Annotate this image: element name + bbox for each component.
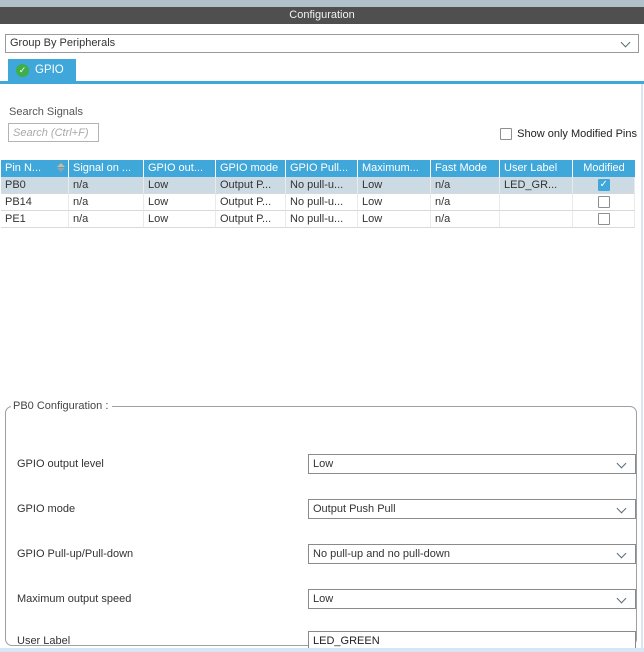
- cell-gpio-mode: Output P...: [216, 211, 286, 228]
- cell-user-label: LED_GR...: [500, 177, 573, 194]
- cell-pin: PB0: [1, 177, 69, 194]
- show-only-modified-checkbox[interactable]: [500, 128, 512, 140]
- show-only-modified-label: Show only Modified Pins: [517, 128, 637, 140]
- tab-gpio[interactable]: ✓ GPIO: [8, 59, 76, 81]
- modified-checkbox[interactable]: [598, 213, 610, 225]
- gpio-output-level-label: GPIO output level: [17, 454, 104, 474]
- field-max-output-speed: Maximum output speed Low: [6, 589, 636, 609]
- cell-signal: n/a: [69, 177, 144, 194]
- table-row-pb0[interactable]: PB0 n/a Low Output P... No pull-u... Low…: [1, 177, 635, 194]
- group-by-select[interactable]: Group By Peripherals: [5, 34, 639, 53]
- cell-max-speed: Low: [358, 211, 431, 228]
- cell-pin: PE1: [1, 211, 69, 228]
- right-splitter[interactable]: [641, 84, 643, 652]
- cell-modified: ✓: [573, 177, 635, 194]
- max-output-speed-select[interactable]: Low: [308, 589, 636, 609]
- table-row-pb14[interactable]: PB14 n/a Low Output P... No pull-u... Lo…: [1, 194, 635, 211]
- cell-signal: n/a: [69, 194, 144, 211]
- pb0-configuration-group: PB0 Configuration : GPIO output level Lo…: [5, 400, 637, 646]
- column-header-user-label[interactable]: User Label: [500, 160, 573, 177]
- gpio-pull-label: GPIO Pull-up/Pull-down: [17, 544, 133, 564]
- column-header-gpio-output[interactable]: GPIO out...: [144, 160, 216, 177]
- group-by-value: Group By Peripherals: [6, 35, 638, 52]
- cell-max-speed: Low: [358, 177, 431, 194]
- column-header-signal[interactable]: Signal on ...: [69, 160, 144, 177]
- gpio-mode-label: GPIO mode: [17, 499, 75, 519]
- cell-gpio-pull: No pull-u...: [286, 194, 358, 211]
- cell-user-label: [500, 194, 573, 211]
- bottom-strip: [0, 648, 644, 652]
- search-input[interactable]: [8, 123, 99, 142]
- column-header-modified[interactable]: Modified: [573, 160, 635, 177]
- cell-gpio-pull: No pull-u...: [286, 177, 358, 194]
- cell-fast-mode: n/a: [431, 194, 500, 211]
- gpio-mode-select[interactable]: Output Push Pull: [308, 499, 636, 519]
- cell-gpio-output: Low: [144, 211, 216, 228]
- field-gpio-output-level: GPIO output level Low: [6, 454, 636, 474]
- column-header-fast-mode[interactable]: Fast Mode: [431, 160, 500, 177]
- cell-modified: [573, 194, 635, 211]
- check-circle-icon: ✓: [16, 64, 29, 77]
- field-gpio-pull: GPIO Pull-up/Pull-down No pull-up and no…: [6, 544, 636, 564]
- cell-gpio-pull: No pull-u...: [286, 211, 358, 228]
- cell-gpio-mode: Output P...: [216, 177, 286, 194]
- tab-underline: [0, 81, 644, 84]
- cell-signal: n/a: [69, 211, 144, 228]
- sort-icon[interactable]: [57, 163, 65, 172]
- gpio-pull-select[interactable]: No pull-up and no pull-down: [308, 544, 636, 564]
- modified-checkbox[interactable]: [598, 196, 610, 208]
- table-header-row: Pin N... Signal on ... GPIO out... GPIO …: [1, 160, 635, 177]
- cell-gpio-output: Low: [144, 177, 216, 194]
- pins-table: Pin N... Signal on ... GPIO out... GPIO …: [1, 160, 635, 228]
- column-header-gpio-mode[interactable]: GPIO mode: [216, 160, 286, 177]
- gpio-output-level-select[interactable]: Low: [308, 454, 636, 474]
- window-top-strip: [0, 0, 644, 7]
- table-row-pe1[interactable]: PE1 n/a Low Output P... No pull-u... Low…: [1, 211, 635, 228]
- cell-max-speed: Low: [358, 194, 431, 211]
- column-header-pin[interactable]: Pin N...: [1, 160, 69, 177]
- pane-title: Configuration: [0, 7, 644, 24]
- modified-checkbox[interactable]: ✓: [598, 179, 610, 191]
- cell-modified: [573, 211, 635, 228]
- configuration-pane: Configuration Group By Peripherals ✓ GPI…: [0, 0, 644, 652]
- check-icon: ✓: [600, 179, 608, 191]
- column-header-gpio-pull[interactable]: GPIO Pull...: [286, 160, 358, 177]
- pb0-configuration-legend: PB0 Configuration :: [11, 400, 112, 412]
- cell-fast-mode: n/a: [431, 177, 500, 194]
- search-signals-label: Search Signals: [9, 106, 83, 118]
- field-gpio-mode: GPIO mode Output Push Pull: [6, 499, 636, 519]
- cell-gpio-mode: Output P...: [216, 194, 286, 211]
- column-header-max-speed[interactable]: Maximum...: [358, 160, 431, 177]
- cell-user-label: [500, 211, 573, 228]
- max-output-speed-label: Maximum output speed: [17, 589, 131, 609]
- show-only-modified[interactable]: Show only Modified Pins: [500, 128, 637, 140]
- cell-gpio-output: Low: [144, 194, 216, 211]
- cell-fast-mode: n/a: [431, 211, 500, 228]
- tab-gpio-label: GPIO: [35, 64, 64, 76]
- cell-pin: PB14: [1, 194, 69, 211]
